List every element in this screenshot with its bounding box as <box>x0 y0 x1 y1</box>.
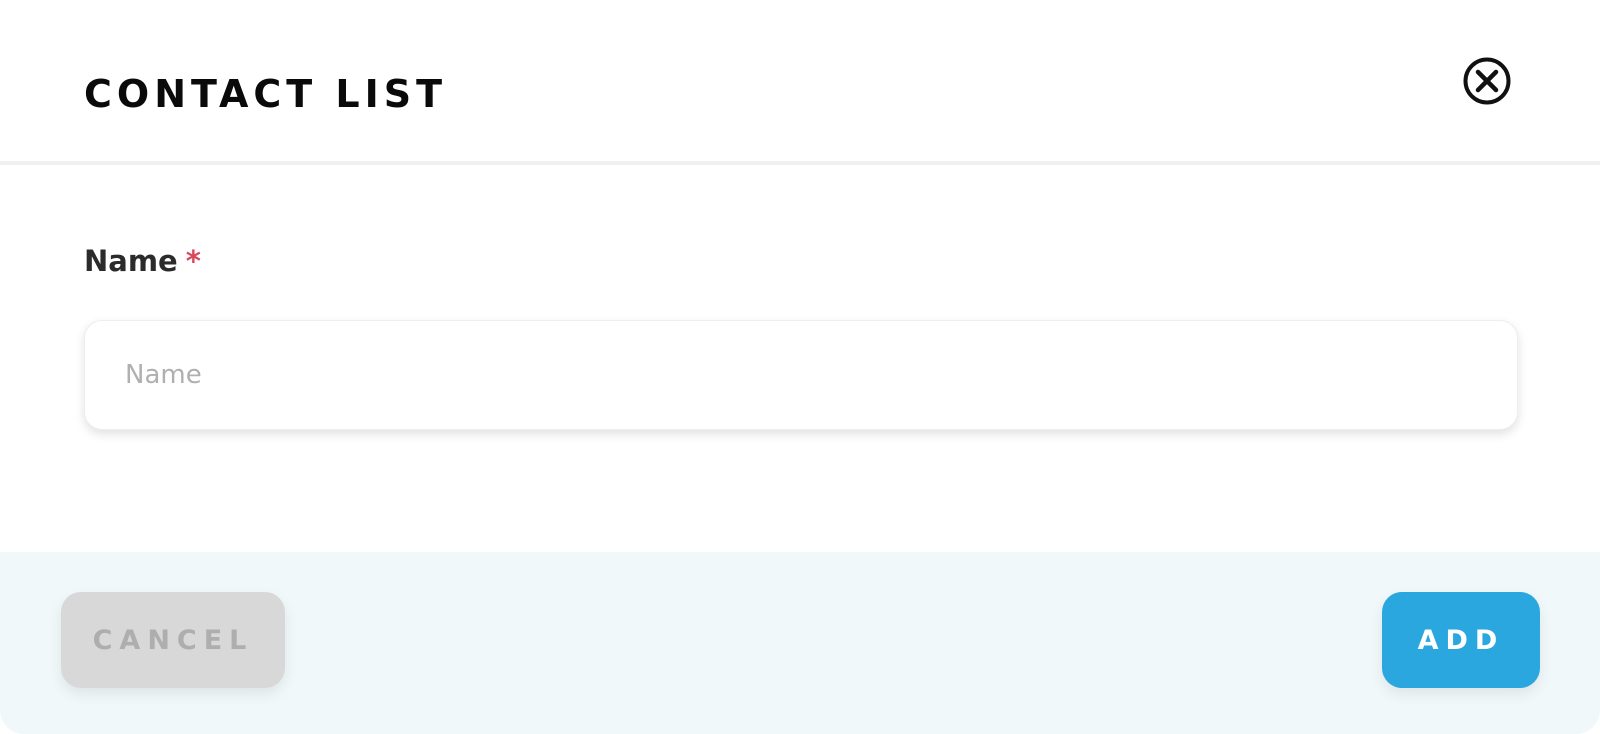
name-label-text: Name <box>84 244 178 278</box>
close-circle-icon <box>1463 57 1511 105</box>
name-input[interactable] <box>84 320 1518 430</box>
cancel-button[interactable]: CANCEL <box>61 592 285 688</box>
name-field-label: Name * <box>84 243 201 279</box>
close-button[interactable] <box>1463 57 1511 105</box>
dialog-footer: CANCEL ADD <box>0 552 1600 734</box>
dialog-header: CONTACT LIST <box>0 0 1600 165</box>
required-indicator: * <box>185 244 201 278</box>
contact-list-dialog: CONTACT LIST Name* CANCEL ADD <box>0 0 1600 734</box>
dialog-body: Name * <box>0 165 1600 552</box>
dialog-title: CONTACT LIST <box>84 72 448 116</box>
add-button[interactable]: ADD <box>1382 592 1540 688</box>
